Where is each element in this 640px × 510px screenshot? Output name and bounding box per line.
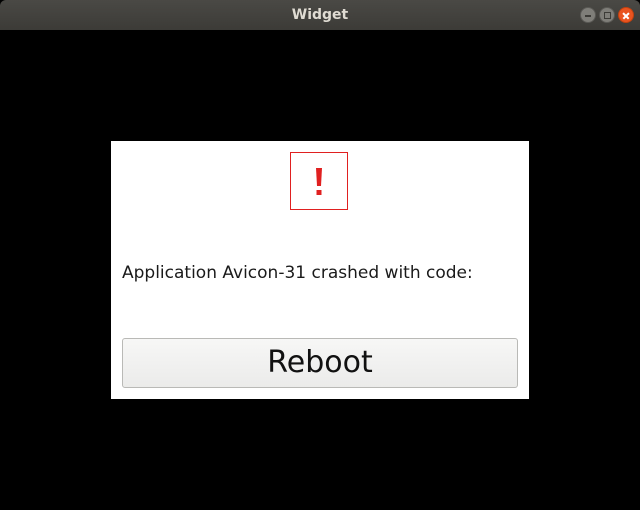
window-title: Widget [291, 7, 349, 23]
window-content: Application Avicon-31 crashed with code:… [0, 30, 640, 510]
close-button[interactable] [618, 7, 634, 23]
reboot-button[interactable]: Reboot [122, 338, 518, 388]
exclamation-icon [290, 152, 348, 210]
title-bar[interactable]: Widget [0, 0, 640, 30]
minimize-button[interactable] [580, 7, 596, 23]
application-window: Widget Application Avicon-31 crashed wit… [0, 0, 640, 510]
crash-dialog: Application Avicon-31 crashed with code:… [111, 141, 529, 399]
window-controls [580, 7, 634, 23]
maximize-button[interactable] [599, 7, 615, 23]
crash-message: Application Avicon-31 crashed with code: [122, 263, 473, 283]
